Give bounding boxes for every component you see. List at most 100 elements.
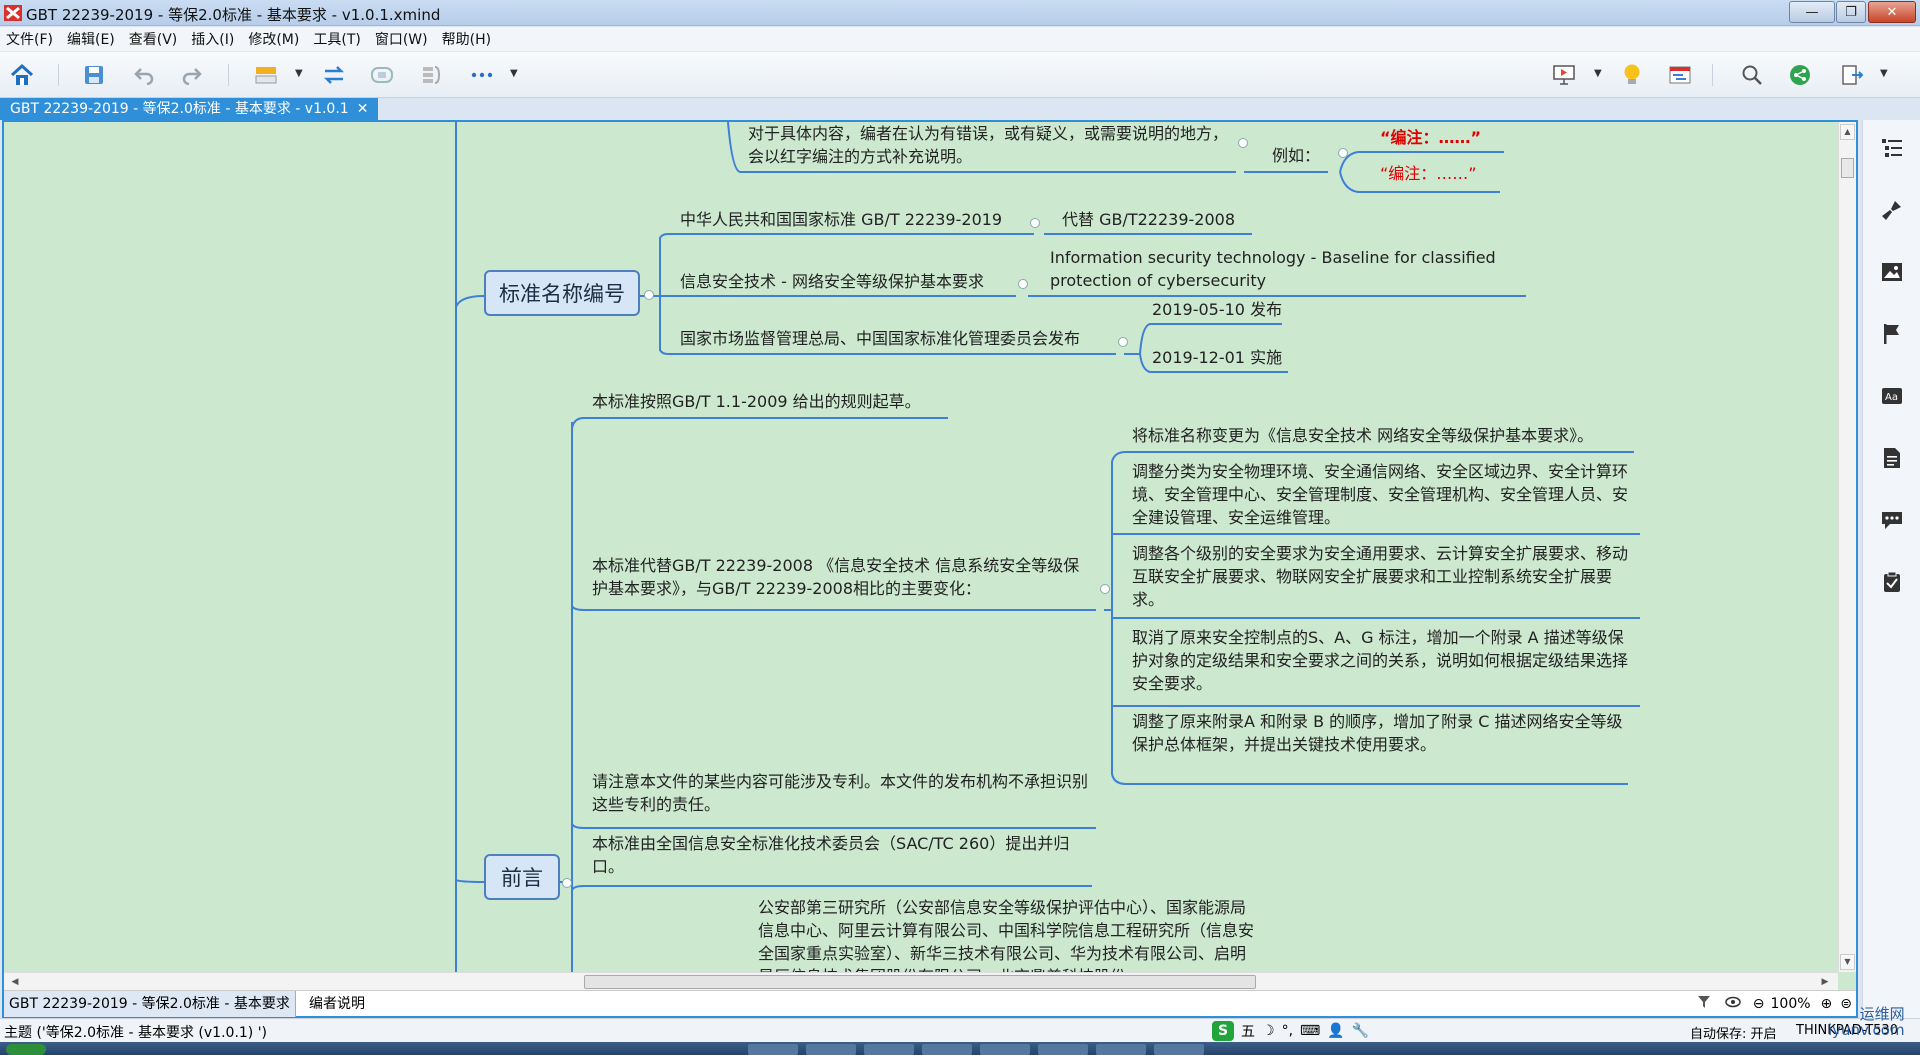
menu-file[interactable]: 文件(F) [6, 29, 53, 49]
scroll-right-arrow-icon[interactable]: ▶ [1818, 975, 1832, 989]
taskbar-item[interactable] [1154, 1044, 1204, 1055]
scroll-down-arrow-icon[interactable]: ▼ [1840, 954, 1855, 970]
comments-icon[interactable] [1878, 506, 1906, 534]
chevron-down-icon[interactable]: ▼ [1880, 68, 1888, 79]
collapse-toggle[interactable] [1018, 279, 1028, 289]
menu-help[interactable]: 帮助(H) [442, 29, 491, 49]
taskbar-item[interactable] [1038, 1044, 1088, 1055]
topic-national-standard[interactable]: 中华人民共和国国家标准 GB/T 22239-2019 [680, 208, 1002, 231]
summary-icon[interactable] [418, 62, 446, 88]
topic-drafting-units[interactable]: 公安部第三研究所（公安部信息安全等级保护评估中心）、国家能源局信息中心、阿里云计… [758, 896, 1254, 972]
ime-mode[interactable]: 五 [1241, 1021, 1255, 1041]
lightbulb-icon[interactable] [1618, 62, 1646, 88]
outline-icon[interactable] [1878, 134, 1906, 162]
user-icon[interactable]: 👤 [1327, 1023, 1344, 1039]
search-icon[interactable] [1738, 62, 1766, 88]
topic-standard-name[interactable]: 标准名称编号 [484, 270, 640, 316]
note-topic[interactable]: 对于具体内容，编者在认为有错误，或有疑义，或需要说明的地方，会以红字编注的方式补… [748, 122, 1238, 168]
topic-cn-name[interactable]: 信息安全技术 - 网络安全等级保护基本要求 [680, 270, 984, 293]
more-icon[interactable] [468, 62, 496, 88]
horizontal-scrollbar[interactable]: ◀ ▶ [4, 972, 1838, 990]
relationship-icon[interactable] [320, 62, 348, 88]
menu-tools[interactable]: 工具(T) [313, 29, 360, 49]
zoom-level[interactable]: 100% [1771, 996, 1811, 1012]
taskbar-item[interactable] [806, 1044, 856, 1055]
topic-style-icon[interactable] [252, 62, 280, 88]
keyboard-icon[interactable]: ⌨ [1300, 1023, 1320, 1039]
close-tab-icon[interactable]: ✕ [357, 101, 369, 117]
menu-view[interactable]: 查看(V) [129, 29, 178, 49]
scroll-left-arrow-icon[interactable]: ◀ [8, 975, 22, 989]
topic-patent-notice[interactable]: 请注意本文件的某些内容可能涉及专利。本文件的发布机构不承担识别这些专利的责任。 [592, 770, 1092, 816]
format-brush-icon[interactable] [1878, 196, 1906, 224]
collapse-toggle[interactable] [1100, 584, 1110, 594]
menu-insert[interactable]: 插入(I) [191, 29, 234, 49]
topic-drafted-rules[interactable]: 本标准按照GB/T 1.1-2009 给出的规则起草。 [592, 390, 921, 413]
start-button-icon[interactable] [6, 1044, 46, 1055]
change-item[interactable]: 调整各个级别的安全要求为安全通用要求、云计算安全扩展要求、移动互联安全扩展要求、… [1132, 542, 1632, 611]
menu-window[interactable]: 窗口(W) [375, 29, 428, 49]
sheet-tab[interactable]: GBT 22239-2019 - 等保2.0标准 - 基本要求 [4, 991, 296, 1017]
chevron-down-icon[interactable]: ▼ [295, 68, 303, 79]
red-note-example[interactable]: “编注：……” [1380, 162, 1477, 185]
menu-edit[interactable]: 编辑(E) [67, 29, 115, 49]
presentation-icon[interactable] [1550, 62, 1578, 88]
task-clipboard-icon[interactable] [1878, 568, 1906, 596]
example-topic[interactable]: 例如： [1272, 144, 1320, 167]
minimize-button[interactable]: — [1789, 1, 1835, 23]
export-icon[interactable] [1838, 62, 1866, 88]
topic-preface[interactable]: 前言 [484, 854, 560, 900]
change-item[interactable]: 调整了原来附录A 和附录 B 的顺序，增加了附录 C 描述网络安全等级保护总体框… [1132, 710, 1632, 756]
share-icon[interactable] [1786, 62, 1814, 88]
notes-icon[interactable] [1878, 444, 1906, 472]
filter-icon[interactable] [1697, 995, 1711, 1013]
collapse-toggle[interactable] [1238, 138, 1248, 148]
chevron-down-icon[interactable]: ▼ [1594, 68, 1602, 79]
taskbar-item[interactable] [1096, 1044, 1146, 1055]
collapse-toggle[interactable] [1118, 337, 1128, 347]
menu-modify[interactable]: 修改(M) [248, 29, 299, 49]
topic-effective-date[interactable]: 2019-12-01 实施 [1152, 346, 1282, 369]
topic-publisher[interactable]: 国家市场监督管理总局、中国国家标准化管理委员会发布 [680, 327, 1080, 350]
vertical-scrollbar[interactable]: ▲ ▼ [1838, 122, 1856, 972]
save-icon[interactable] [80, 62, 108, 88]
topic-replaces[interactable]: 代替 GB/T22239-2008 [1062, 208, 1235, 231]
taskbar-item[interactable] [864, 1044, 914, 1055]
home-icon[interactable] [8, 62, 36, 88]
taskbar-item[interactable] [980, 1044, 1030, 1055]
moon-icon[interactable]: ☽ [1262, 1023, 1275, 1039]
sogou-ime-icon[interactable]: S [1212, 1021, 1234, 1041]
marker-flag-icon[interactable] [1878, 320, 1906, 348]
change-item[interactable]: 调整分类为安全物理环境、安全通信网络、安全区域边界、安全计算环境、安全管理中心、… [1132, 460, 1632, 529]
horizontal-scroll-thumb[interactable] [584, 975, 1256, 989]
close-button[interactable]: ✕ [1868, 1, 1916, 23]
sheet-tab[interactable]: 编者说明 [304, 991, 370, 1017]
collapse-toggle[interactable] [562, 878, 572, 888]
zoom-out-icon[interactable]: ⊖ [1753, 996, 1765, 1012]
mindmap-canvas[interactable]: 对于具体内容，编者在认为有错误，或有疑义，或需要说明的地方，会以红字编注的方式补… [4, 122, 1836, 972]
maximize-button[interactable]: ❐ [1836, 1, 1866, 23]
collapse-toggle[interactable] [1338, 148, 1348, 158]
undo-icon[interactable] [130, 62, 158, 88]
taskbar-item[interactable] [922, 1044, 972, 1055]
eye-icon[interactable] [1725, 996, 1741, 1012]
gantt-icon[interactable] [1666, 62, 1694, 88]
punctuation-icon[interactable]: °, [1282, 1023, 1293, 1039]
boundary-icon[interactable] [368, 62, 396, 88]
topic-published-date[interactable]: 2019-05-10 发布 [1152, 298, 1282, 321]
vertical-scroll-thumb[interactable] [1841, 158, 1854, 178]
editor-tab[interactable]: GBT 22239-2019 - 等保2.0标准 - 基本要求 - v1.0.1… [0, 98, 379, 120]
topic-en-name[interactable]: Information security technology - Baseli… [1050, 246, 1530, 292]
image-icon[interactable] [1878, 258, 1906, 286]
collapse-toggle[interactable] [644, 290, 654, 300]
topic-replaces-changes[interactable]: 本标准代替GB/T 22239-2008 《信息安全技术 信息系统安全等级保护基… [592, 554, 1092, 600]
chevron-down-icon[interactable]: ▼ [510, 68, 518, 79]
redo-icon[interactable] [178, 62, 206, 88]
red-note-bold-example[interactable]: “编注：……” [1380, 126, 1481, 149]
topic-proposed-by[interactable]: 本标准由全国信息安全标准化技术委员会（SAC/TC 260）提出并归口。 [592, 832, 1092, 878]
collapse-toggle[interactable] [1030, 218, 1040, 228]
wrench-icon[interactable]: 🔧 [1352, 1023, 1369, 1039]
scroll-up-arrow-icon[interactable]: ▲ [1840, 124, 1855, 140]
text-style-icon[interactable]: Aa [1878, 382, 1906, 410]
taskbar-item[interactable] [748, 1044, 798, 1055]
